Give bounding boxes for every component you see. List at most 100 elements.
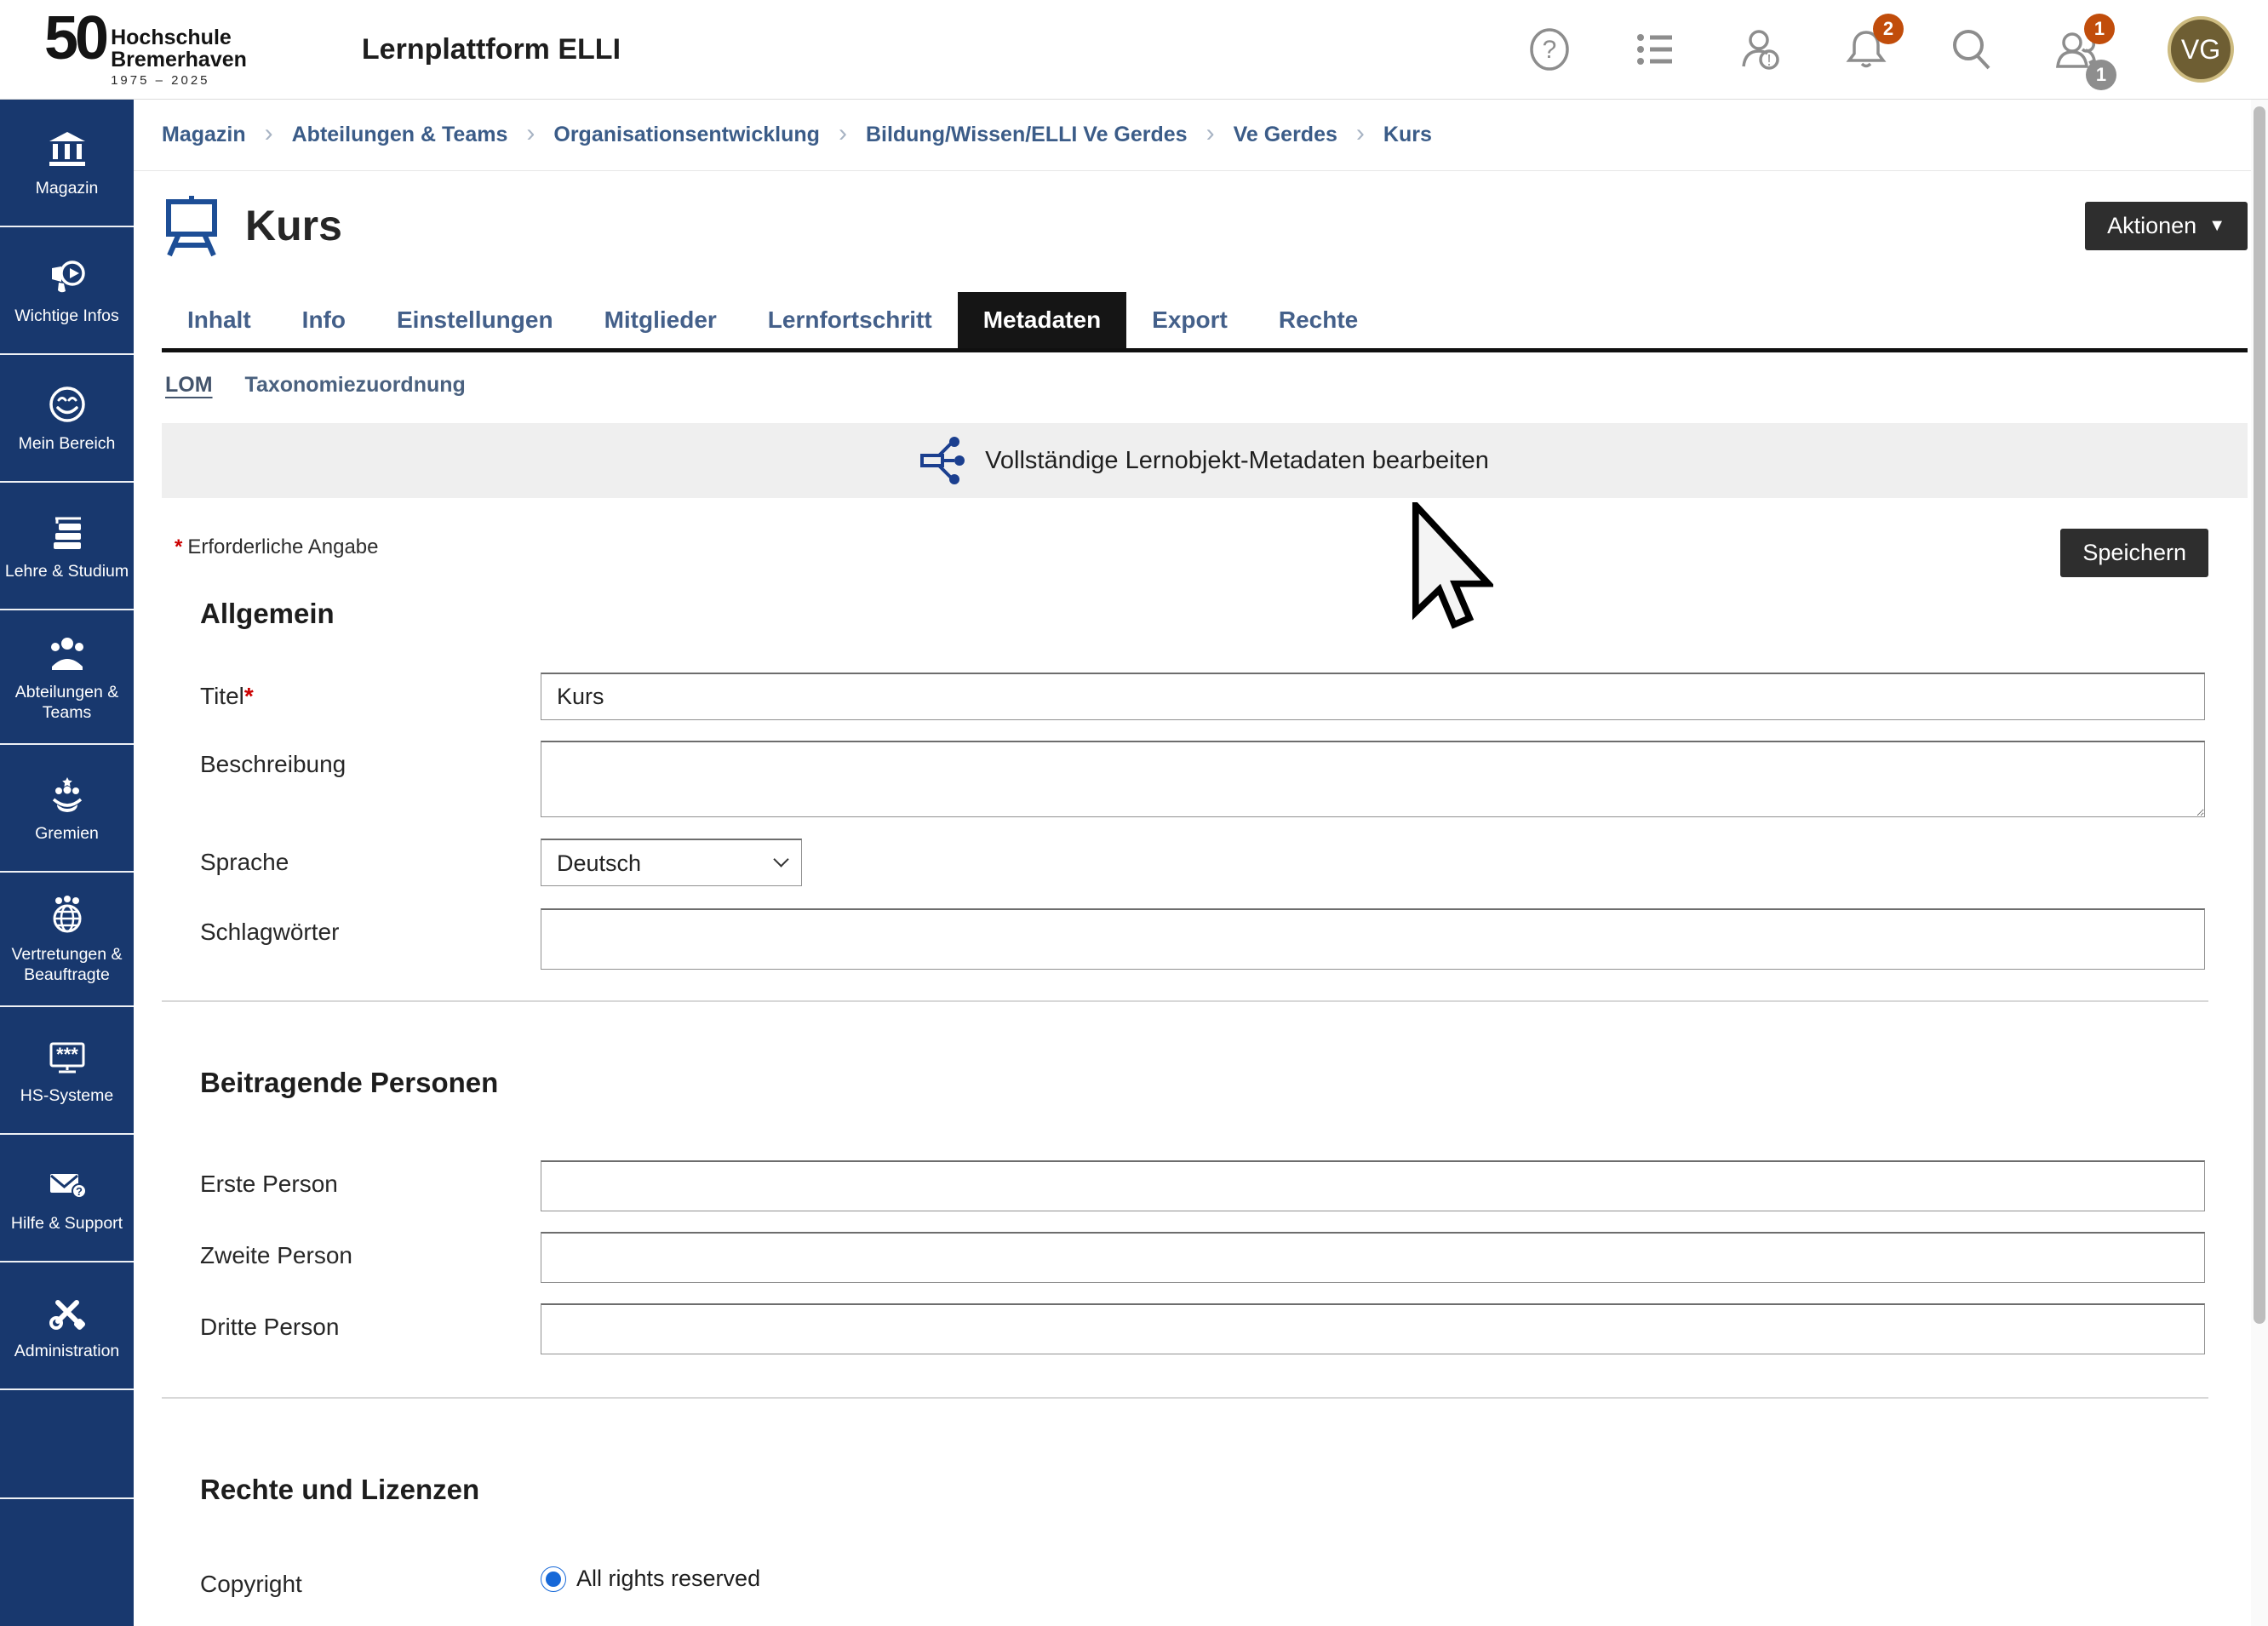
share-network-icon xyxy=(920,437,965,484)
breadcrumb: Magazin › Abteilungen & Teams › Organisa… xyxy=(134,100,2251,171)
tab-bar: Inhalt Info Einstellungen Mitglieder Ler… xyxy=(162,292,2248,352)
page-title: Kurs xyxy=(245,201,342,250)
search-icon[interactable] xyxy=(1948,26,1996,73)
svg-text:!: ! xyxy=(1767,52,1771,69)
svg-text:?: ? xyxy=(1543,36,1557,64)
breadcrumb-separator: › xyxy=(265,119,273,152)
sidebar-item-hs-systeme[interactable]: *** HS-Systeme xyxy=(0,1007,134,1135)
breadcrumb-separator: › xyxy=(1356,119,1365,152)
save-button[interactable]: Speichern xyxy=(2060,529,2208,577)
logo-line2: Bremerhaven xyxy=(111,49,247,71)
breadcrumb-item[interactable]: Organisationsentwicklung xyxy=(553,123,820,147)
tab-inhalt[interactable]: Inhalt xyxy=(162,292,277,348)
bell-badge: 2 xyxy=(1873,14,1904,44)
tab-lernfortschritt[interactable]: Lernfortschritt xyxy=(742,292,958,348)
todo-list-icon[interactable] xyxy=(1631,26,1679,73)
field-label-beschreibung: Beschreibung xyxy=(200,741,541,822)
sidebar-item-gremien[interactable]: Gremien xyxy=(0,745,134,873)
section-title-rechte: Rechte und Lizenzen xyxy=(200,1474,2248,1506)
sidebar-item-vertretungen[interactable]: Vertretungen & Beauftragte xyxy=(0,873,134,1007)
copyright-radio-all-rights-reserved[interactable] xyxy=(541,1566,566,1592)
subtab-taxonomiezuordnung[interactable]: Taxonomiezuordnung xyxy=(245,373,466,398)
university-logo[interactable]: 50 Hochschule Bremerhaven 1975 – 2025 xyxy=(44,11,247,88)
logo-line1: Hochschule xyxy=(111,26,247,49)
required-note: *Erforderliche Angabe xyxy=(175,529,379,559)
contacts-icon[interactable]: 1 1 xyxy=(2053,26,2101,73)
titel-input[interactable] xyxy=(541,673,2205,720)
breadcrumb-item[interactable]: Kurs xyxy=(1383,123,1432,147)
sidebar-item-magazin[interactable]: Magazin xyxy=(0,100,134,227)
top-header: 50 Hochschule Bremerhaven 1975 – 2025 Le… xyxy=(0,0,2268,100)
subtab-bar: LOM Taxonomiezuordnung xyxy=(162,373,2248,398)
main-sidebar: Magazin Wichtige Infos Mein Bereich Lehr… xyxy=(0,100,134,1626)
zweite-person-input[interactable] xyxy=(541,1232,2205,1283)
schlagwoerter-input[interactable] xyxy=(541,908,2205,970)
section-divider xyxy=(162,1000,2208,1002)
books-icon xyxy=(47,512,88,552)
field-label-erste-person: Erste Person xyxy=(200,1160,541,1211)
sidebar-item-hilfe-support[interactable]: ? Hilfe & Support xyxy=(0,1135,134,1262)
copyright-option-label: All rights reserved xyxy=(576,1566,760,1592)
logo-years: 1975 – 2025 xyxy=(111,73,247,88)
tab-metadaten[interactable]: Metadaten xyxy=(958,292,1126,348)
sidebar-item-wichtige-infos[interactable]: Wichtige Infos xyxy=(0,227,134,355)
sprache-select[interactable]: Deutsch xyxy=(541,839,802,886)
contacts-badge-total: 1 xyxy=(2086,60,2116,90)
section-title-beitragende: Beitragende Personen xyxy=(200,1067,2248,1099)
tab-export[interactable]: Export xyxy=(1126,292,1253,348)
breadcrumb-separator: › xyxy=(1206,119,1215,152)
field-label-titel: Titel* xyxy=(200,673,541,720)
megaphone-icon xyxy=(47,256,88,297)
breadcrumb-separator: › xyxy=(839,119,847,152)
globe-people-icon xyxy=(47,895,88,936)
field-label-zweite-person: Zweite Person xyxy=(200,1232,541,1283)
erste-person-input[interactable] xyxy=(541,1160,2205,1211)
tab-info[interactable]: Info xyxy=(277,292,371,348)
field-label-schlagwoerter: Schlagwörter xyxy=(200,908,541,970)
field-label-copyright: Copyright xyxy=(200,1560,541,1598)
sidebar-item-administration[interactable]: Administration xyxy=(0,1262,134,1390)
svg-text:***: *** xyxy=(56,1044,78,1065)
notifications-bell-icon[interactable]: 2 xyxy=(1842,26,1890,73)
course-easel-icon xyxy=(162,193,221,258)
avatar[interactable]: VG xyxy=(2168,16,2234,83)
scrollbar-thumb[interactable] xyxy=(2254,106,2265,1324)
section-divider xyxy=(162,1397,2208,1399)
beschreibung-textarea[interactable] xyxy=(541,741,2205,817)
monitor-icon: *** xyxy=(47,1036,88,1077)
breadcrumb-item[interactable]: Abteilungen & Teams xyxy=(292,123,508,147)
breadcrumb-separator: › xyxy=(526,119,535,152)
edit-full-metadata-label: Vollständige Lernobjekt-Metadaten bearbe… xyxy=(985,447,1489,475)
sidebar-item-lehre-studium[interactable]: Lehre & Studium xyxy=(0,483,134,610)
committee-icon xyxy=(47,774,88,815)
sidebar-item-mein-bereich[interactable]: Mein Bereich xyxy=(0,355,134,483)
bank-icon xyxy=(47,129,88,169)
breadcrumb-item[interactable]: Ve Gerdes xyxy=(1234,123,1337,147)
user-status-icon[interactable]: ! xyxy=(1737,26,1784,73)
sidebar-item-abteilungen-teams[interactable]: Abteilungen & Teams xyxy=(0,610,134,745)
breadcrumb-item[interactable]: Bildung/Wissen/ELLI Ve Gerdes xyxy=(866,123,1188,147)
vertical-scrollbar[interactable] xyxy=(2251,100,2268,1626)
tab-rechte[interactable]: Rechte xyxy=(1253,292,1383,348)
help-icon[interactable]: ? xyxy=(1526,26,1573,73)
svg-text:?: ? xyxy=(76,1185,83,1198)
app-title: Lernplattform ELLI xyxy=(362,33,621,66)
main-content: Magazin › Abteilungen & Teams › Organisa… xyxy=(134,100,2251,1626)
subtab-lom[interactable]: LOM xyxy=(165,373,213,398)
tab-mitglieder[interactable]: Mitglieder xyxy=(579,292,742,348)
edit-full-metadata-button[interactable]: Vollständige Lernobjekt-Metadaten bearbe… xyxy=(162,423,2248,498)
caret-down-icon: ▼ xyxy=(2208,217,2225,234)
people-group-icon xyxy=(47,633,88,673)
mail-question-icon: ? xyxy=(47,1164,88,1205)
tools-icon xyxy=(47,1291,88,1332)
breadcrumb-item[interactable]: Magazin xyxy=(162,123,246,147)
sidebar-empty-slot xyxy=(0,1390,134,1499)
section-title-allgemein: Allgemein xyxy=(200,598,2248,630)
logo-50-mark: 50 xyxy=(44,11,106,66)
contacts-badge-new: 1 xyxy=(2084,14,2115,44)
smiley-icon xyxy=(47,384,88,425)
dritte-person-input[interactable] xyxy=(541,1303,2205,1354)
field-label-sprache: Sprache xyxy=(200,839,541,886)
actions-button[interactable]: Aktionen ▼ xyxy=(2085,202,2248,250)
tab-einstellungen[interactable]: Einstellungen xyxy=(371,292,579,348)
